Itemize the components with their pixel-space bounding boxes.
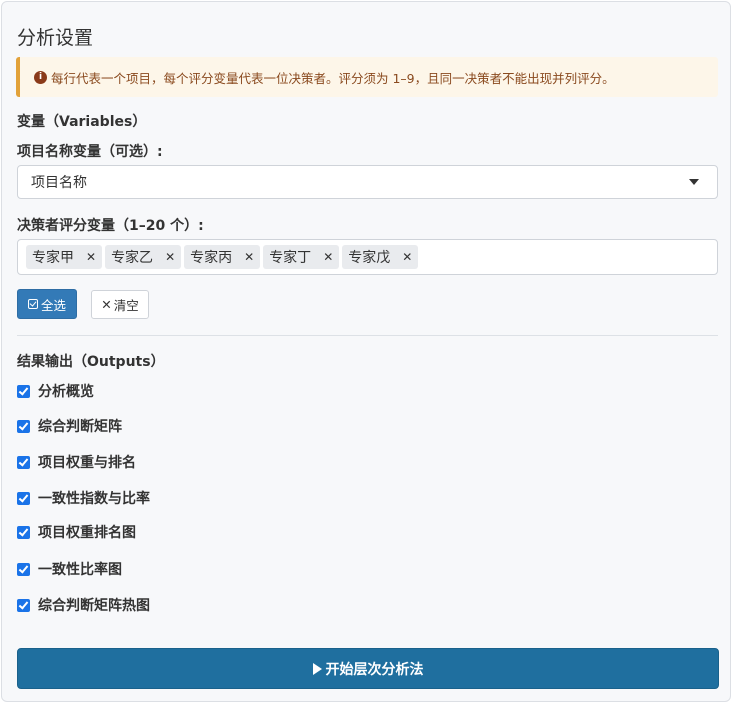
rater-chip: 专家甲 ✕ [26, 245, 103, 269]
output-option-label: 一致性指数与比率 [38, 491, 150, 507]
close-icon[interactable]: ✕ [244, 250, 254, 264]
close-icon[interactable]: ✕ [165, 250, 175, 264]
rater-chip-label: 专家戊 [348, 250, 391, 266]
rater-chip-label: 专家甲 [32, 250, 74, 266]
output-option-label: 分析概览 [38, 384, 94, 400]
close-icon: ✕ [101, 297, 112, 312]
output-option-judgment-matrix[interactable]: 综合判断矩阵 [17, 416, 122, 436]
output-option-label: 一致性比率图 [38, 562, 122, 578]
output-option-weights-chart[interactable]: 项目权重排名图 [17, 522, 136, 542]
rater-chip: 专家戊 ✕ [342, 245, 419, 269]
outputs-section-label: 结果输出（Outputs） [17, 354, 165, 370]
select-all-label: 全选 [40, 297, 66, 313]
run-ahp-label: 开始层次分析法 [325, 661, 424, 678]
checkbox[interactable] [17, 419, 30, 433]
rater-chip-label: 专家丙 [190, 250, 233, 266]
item-name-label: 项目名称变量（可选）: [17, 144, 163, 160]
select-all-button[interactable]: 全选 [17, 289, 77, 319]
rater-chip: 专家丙 ✕ [184, 245, 261, 269]
output-option-label: 项目权重与排名 [38, 455, 136, 471]
info-notice: i 每行代表一个项目，每个评分变量代表一位决策者。评分须为 1–9，且同一决策者… [16, 57, 718, 97]
item-name-selected-value: 项目名称 [31, 175, 87, 191]
raters-multiselect[interactable]: 专家甲 ✕ 专家乙 ✕ 专家丙 ✕ 专家丁 ✕ 专家戊 ✕ [17, 239, 718, 275]
panel-title: 分析设置 [17, 27, 94, 49]
rater-chip: 专家丁 ✕ [263, 245, 340, 269]
chevron-down-icon [689, 179, 699, 185]
rater-chip-label: 专家乙 [111, 250, 154, 266]
output-option-weights-ranking[interactable]: 项目权重与排名 [17, 452, 136, 472]
output-option-heatmap[interactable]: 综合判断矩阵热图 [17, 595, 150, 615]
rater-chip: 专家乙 ✕ [105, 245, 182, 269]
checkbox[interactable] [17, 491, 30, 505]
checkbox[interactable] [17, 562, 30, 576]
item-name-select[interactable]: 项目名称 [17, 165, 718, 199]
notice-text: 每行代表一个项目，每个评分变量代表一位决策者。评分须为 1–9，且同一决策者不能… [51, 70, 615, 86]
output-option-overview[interactable]: 分析概览 [17, 381, 94, 401]
checkbox[interactable] [17, 598, 30, 612]
checkbox[interactable] [17, 384, 30, 398]
raters-label: 决策者评分变量（1–20 个）: [17, 218, 204, 234]
output-option-consistency[interactable]: 一致性指数与比率 [17, 488, 150, 508]
run-ahp-button[interactable]: 开始层次分析法 [17, 648, 719, 689]
checkbox[interactable] [17, 455, 30, 469]
variables-section-label: 变量（Variables） [17, 114, 147, 130]
close-icon[interactable]: ✕ [86, 250, 96, 264]
checkbox[interactable] [17, 525, 30, 539]
close-icon[interactable]: ✕ [323, 250, 333, 264]
output-option-label: 项目权重排名图 [38, 525, 136, 541]
clear-button[interactable]: ✕ 清空 [91, 290, 149, 319]
output-option-label: 综合判断矩阵 [38, 419, 122, 435]
output-option-consistency-chart[interactable]: 一致性比率图 [17, 559, 122, 579]
play-icon [312, 662, 322, 675]
close-icon[interactable]: ✕ [402, 250, 412, 264]
info-icon: i [34, 70, 47, 84]
clear-label: 清空 [113, 298, 139, 313]
check-square-icon [27, 299, 38, 309]
output-option-label: 综合判断矩阵热图 [38, 598, 150, 614]
rater-chip-label: 专家丁 [269, 250, 312, 266]
analysis-settings-panel: 分析设置 i 每行代表一个项目，每个评分变量代表一位决策者。评分须为 1–9，且… [1, 1, 731, 702]
section-divider [17, 335, 718, 336]
